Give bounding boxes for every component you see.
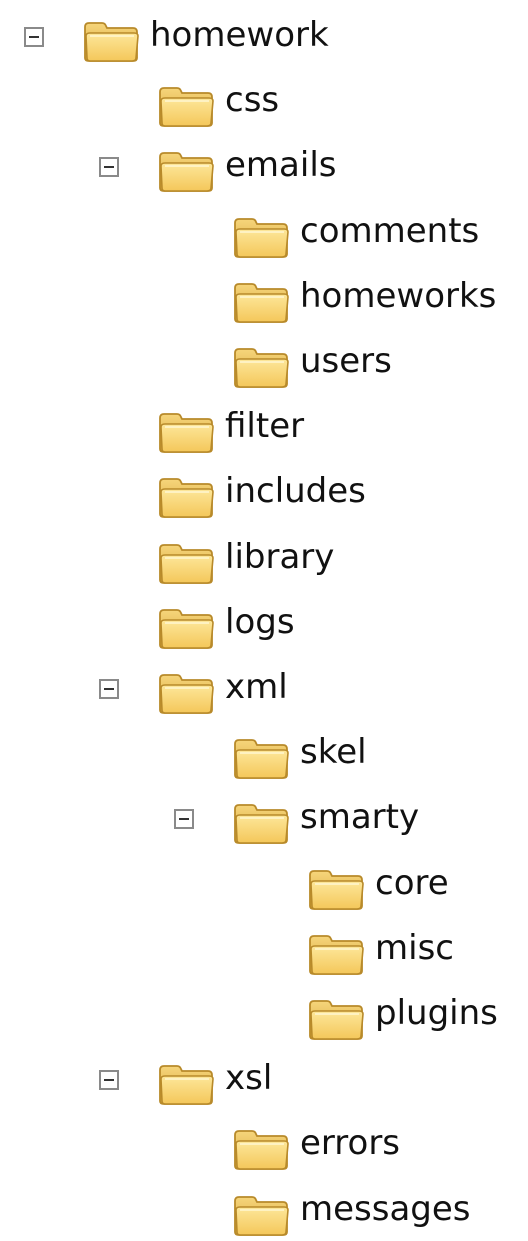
- tree-item-label: logs: [225, 601, 295, 642]
- tree-item-label: errors: [300, 1123, 401, 1164]
- tree-item-skel[interactable]: skel: [0, 723, 528, 783]
- folder-icon: [157, 671, 215, 715]
- collapse-minus-icon[interactable]: [99, 1070, 119, 1091]
- tree-item-label: comments: [300, 210, 480, 251]
- tree-item-label: skel: [300, 732, 367, 773]
- tree-item-xsl[interactable]: xsl: [0, 1049, 528, 1109]
- folder-icon: [157, 84, 215, 128]
- tree-item-emails[interactable]: emails: [0, 136, 528, 196]
- tree-item-misc[interactable]: misc: [0, 919, 528, 979]
- tree-item-homeworks[interactable]: homeworks: [0, 267, 528, 327]
- tree-item-homework[interactable]: homework: [0, 6, 528, 66]
- tree-item-core[interactable]: core: [0, 854, 528, 914]
- tree-item-users[interactable]: users: [0, 332, 528, 392]
- folder-icon: [232, 736, 290, 780]
- tree-item-label: filter: [225, 406, 305, 447]
- tree-item-label: smarty: [300, 797, 420, 838]
- folder-icon: [157, 606, 215, 650]
- folder-tree: homework css emails comments homeworks users f…: [0, 0, 528, 1236]
- tree-item-xml[interactable]: xml: [0, 658, 528, 718]
- folder-icon: [307, 997, 365, 1041]
- tree-item-library[interactable]: library: [0, 528, 528, 588]
- folder-icon: [82, 19, 140, 63]
- folder-icon: [232, 280, 290, 324]
- folder-icon: [232, 1127, 290, 1171]
- tree-item-comments[interactable]: comments: [0, 202, 528, 262]
- tree-item-messages[interactable]: messages: [0, 1180, 528, 1240]
- folder-icon: [232, 215, 290, 259]
- tree-item-label: css: [225, 80, 280, 121]
- folder-icon: [157, 1062, 215, 1106]
- tree-item-label: users: [300, 341, 392, 381]
- folder-icon: [232, 801, 290, 845]
- collapse-minus-icon[interactable]: [174, 809, 194, 830]
- tree-item-errors[interactable]: errors: [0, 1114, 528, 1174]
- tree-item-label: plugins: [375, 993, 498, 1033]
- folder-icon: [157, 410, 215, 454]
- tree-item-filter[interactable]: filter: [0, 397, 528, 457]
- tree-item-css[interactable]: css: [0, 71, 528, 131]
- folder-icon: [157, 475, 215, 519]
- collapse-minus-icon[interactable]: [24, 27, 44, 47]
- tree-item-plugins[interactable]: plugins: [0, 984, 528, 1044]
- collapse-minus-icon[interactable]: [99, 679, 119, 699]
- tree-item-label: homework: [150, 15, 329, 55]
- tree-item-logs[interactable]: logs: [0, 593, 528, 653]
- tree-item-label: misc: [375, 927, 454, 968]
- tree-item-includes[interactable]: includes: [0, 462, 528, 522]
- folder-icon: [157, 149, 215, 193]
- folder-icon: [232, 345, 290, 389]
- folder-icon: [157, 541, 215, 585]
- tree-item-label: homeworks: [300, 275, 497, 316]
- folder-icon: [307, 932, 365, 976]
- tree-item-label: core: [375, 862, 449, 903]
- collapse-minus-icon[interactable]: [99, 157, 119, 178]
- tree-item-smarty[interactable]: smarty: [0, 788, 528, 848]
- tree-item-label: messages: [300, 1188, 471, 1229]
- tree-item-label: xsl: [225, 1058, 273, 1099]
- folder-icon: [307, 867, 365, 911]
- tree-item-label: library: [225, 536, 335, 577]
- tree-item-label: includes: [225, 471, 366, 512]
- tree-item-label: emails: [225, 145, 337, 186]
- folder-icon: [232, 1193, 290, 1237]
- tree-item-label: xml: [225, 667, 288, 707]
